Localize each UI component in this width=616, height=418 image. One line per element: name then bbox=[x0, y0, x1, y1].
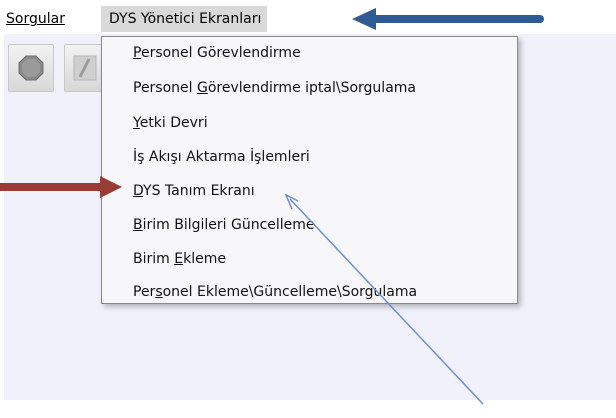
menu-item-yetki-devri[interactable]: Yetki Devri bbox=[133, 111, 208, 135]
menu-dys-yonetici-ekranlari[interactable]: DYS Yönetici Ekranları bbox=[101, 6, 268, 32]
menu-item-personel-gorevlendirme[interactable]: Personel Görevlendirme bbox=[133, 41, 301, 65]
dys-dropdown-menu: Personel Görevlendirme Personel Görevlen… bbox=[101, 36, 518, 304]
menu-bar: Sorgular DYS Yönetici Ekranları bbox=[0, 0, 616, 34]
menu-item-is-akisi-aktarma[interactable]: İş Akışı Aktarma İşlemleri bbox=[133, 145, 310, 169]
edit-button[interactable] bbox=[64, 44, 104, 92]
menu-sorgular[interactable]: Sorgular bbox=[0, 6, 71, 32]
stop-button[interactable] bbox=[8, 44, 54, 92]
menu-item-birim-bilgileri-guncelleme[interactable]: Birim Bilgileri Güncelleme bbox=[133, 213, 315, 237]
edit-icon bbox=[73, 55, 97, 81]
menu-item-personel-ekleme[interactable]: Personel Ekleme\Güncelleme\Sorgulama bbox=[133, 280, 417, 304]
menu-item-dys-tanim-ekrani[interactable]: DYS Tanım Ekranı bbox=[133, 179, 255, 203]
menu-item-birim-ekleme[interactable]: Birim Ekleme bbox=[133, 247, 226, 271]
menu-item-personel-gorevlendirme-iptal[interactable]: Personel Görevlendirme iptal\Sorgulama bbox=[133, 76, 416, 100]
stop-icon bbox=[18, 55, 44, 81]
